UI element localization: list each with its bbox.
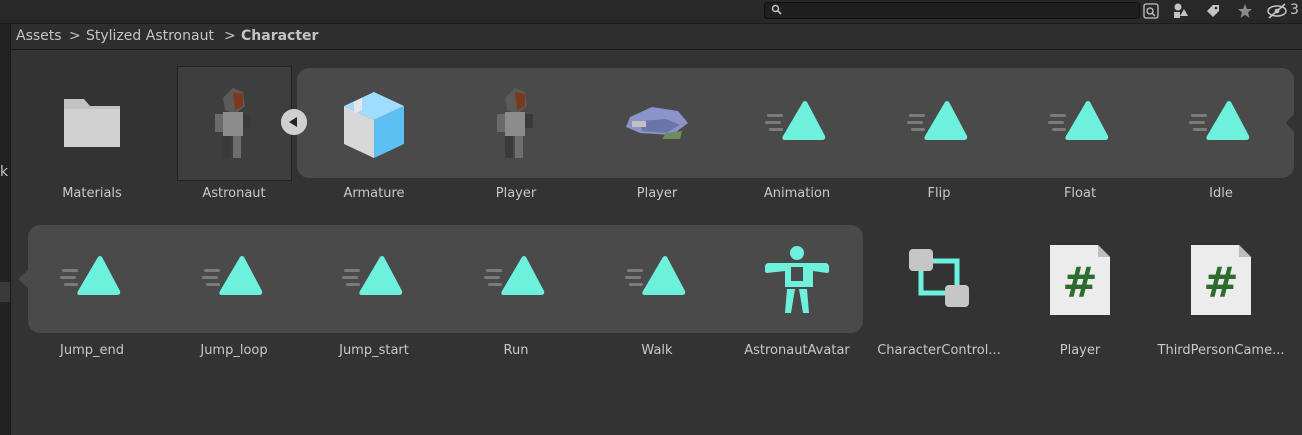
folder-icon	[64, 99, 120, 147]
asset-label: Materials	[62, 186, 122, 201]
asset-astronaut-avatar[interactable]: AstronautAvatar	[727, 243, 867, 383]
breadcrumb-separator: >	[224, 28, 236, 44]
asset-astronaut-model[interactable]: Astronaut	[164, 85, 304, 225]
asset-jump-start-clip[interactable]: Jump_start	[304, 243, 444, 383]
project-tree-selected-row[interactable]	[0, 282, 10, 302]
breadcrumb-separator: >	[69, 28, 81, 44]
csharp-script-icon: #	[1050, 245, 1110, 315]
asset-flip-clip[interactable]: Flip	[869, 85, 1009, 225]
avatar-icon	[765, 246, 829, 313]
hidden-packages-icon[interactable]	[1266, 2, 1288, 20]
svg-text:#: #	[1203, 258, 1238, 307]
asset-materials-folder[interactable]: Materials	[22, 85, 162, 225]
asset-label: Flip	[927, 186, 951, 201]
asset-label: Idle	[1209, 186, 1233, 201]
asset-label: Player	[636, 186, 678, 201]
asset-player-script[interactable]: # Player	[1010, 243, 1150, 383]
animation-clip-icon	[1189, 101, 1250, 140]
search-icon	[771, 4, 782, 15]
asset-walk-clip[interactable]: Walk	[587, 243, 727, 383]
asset-label: Player	[495, 186, 537, 201]
animation-clip-icon	[765, 101, 826, 140]
breadcrumb-stylized-astronaut[interactable]: Stylized Astronaut	[86, 28, 214, 44]
asset-label: Astronaut	[202, 186, 266, 201]
filter-by-type-icon[interactable]	[1172, 2, 1190, 20]
animation-clip-icon	[907, 101, 968, 140]
asset-third-person-camera-script[interactable]: # ThirdPersonCame...	[1151, 243, 1291, 383]
breadcrumb-assets[interactable]: Assets	[16, 28, 62, 44]
project-tree-partial-label: k	[0, 164, 9, 180]
asset-float-clip[interactable]: Float	[1010, 85, 1150, 225]
project-tree-edge	[0, 24, 11, 435]
breadcrumb-character[interactable]: Character	[241, 28, 318, 44]
asset-label: Jump_end	[60, 343, 124, 358]
animation-clip-icon	[342, 256, 403, 295]
asset-label: Run	[503, 343, 529, 358]
asset-animation-clip[interactable]: Animation	[727, 85, 867, 225]
asset-label: Animation	[763, 186, 831, 201]
astronaut-model-icon	[215, 88, 251, 158]
asset-armature-prefab[interactable]: Armature	[304, 85, 444, 225]
csharp-script-icon: #	[1191, 245, 1251, 315]
asset-label: Float	[1063, 186, 1097, 201]
mesh-preview-icon	[626, 107, 688, 139]
asset-idle-clip[interactable]: Idle	[1151, 85, 1291, 225]
asset-label: Jump_start	[339, 343, 409, 358]
asset-character-controller[interactable]: CharacterControl...	[869, 243, 1009, 383]
toolbar: 3	[0, 0, 1302, 24]
asset-label: Armature	[343, 186, 405, 201]
animator-controller-icon	[909, 249, 969, 307]
animation-clip-icon	[1048, 101, 1109, 140]
asset-label: ThirdPersonCame...	[1157, 343, 1285, 358]
prefab-icon	[344, 92, 404, 158]
asset-label: CharacterControl...	[877, 343, 1001, 358]
asset-label: AstronautAvatar	[744, 343, 850, 358]
search-maximize-icon[interactable]	[1142, 2, 1160, 20]
asset-run-clip[interactable]: Run	[446, 243, 586, 383]
svg-text:#: #	[1062, 258, 1097, 307]
animation-clip-icon	[625, 256, 686, 295]
animation-clip-icon	[484, 256, 545, 295]
hidden-packages-count: 3	[1290, 2, 1299, 18]
search-field[interactable]	[764, 2, 1140, 19]
favorite-star-icon[interactable]	[1236, 2, 1254, 20]
asset-player-mesh-preview[interactable]: Player	[587, 85, 727, 225]
asset-label: Player	[1059, 343, 1101, 358]
asset-label: Jump_loop	[200, 343, 268, 358]
asset-player-mesh[interactable]: Player	[446, 85, 586, 225]
asset-label: Walk	[641, 343, 673, 358]
filter-by-label-icon[interactable]	[1204, 2, 1222, 20]
breadcrumb: Assets > Stylized Astronaut > Character	[11, 24, 1302, 50]
animation-clip-icon	[202, 256, 263, 295]
astronaut-mesh-icon	[497, 88, 533, 158]
animation-clip-icon	[60, 256, 121, 295]
asset-jump-end-clip[interactable]: Jump_end	[22, 243, 162, 383]
asset-jump-loop-clip[interactable]: Jump_loop	[164, 243, 304, 383]
